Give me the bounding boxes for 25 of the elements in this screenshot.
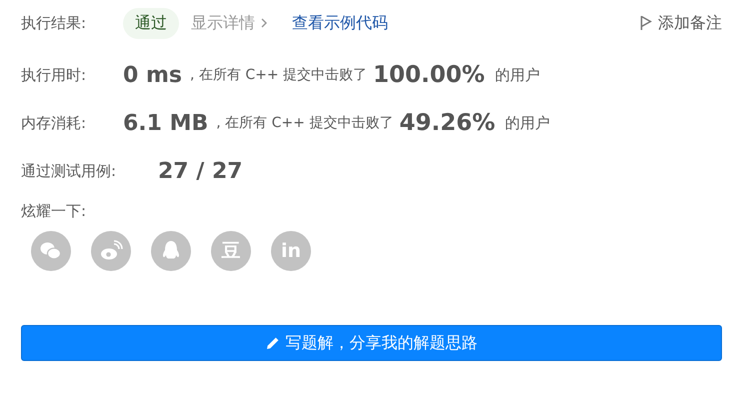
percent-value: 49.26% xyxy=(399,110,496,136)
stat-value: 0 ms xyxy=(123,62,182,88)
beat-text: , 在所有 C++ 提交中击败了 xyxy=(190,66,368,84)
suffix-text: 的用户 xyxy=(505,114,550,132)
share-label: 炫耀一下: xyxy=(21,202,88,221)
beat-text: , 在所有 C++ 提交中击败了 xyxy=(216,114,394,132)
chat-bubbles-icon[interactable] xyxy=(31,231,71,271)
status-badge: 通过 xyxy=(123,8,179,38)
details-link[interactable]: 显示详情 xyxy=(191,12,267,34)
stat-label: 执行用时: xyxy=(21,66,88,84)
write-solution-button[interactable]: 写题解，分享我的解题思路 xyxy=(21,325,722,361)
chevron-icon xyxy=(261,18,267,28)
pencil-icon xyxy=(266,336,280,350)
tests-label: 通过测试用例: xyxy=(21,162,118,180)
weibo-icon[interactable] xyxy=(91,231,131,271)
result-label: 执行结果: xyxy=(21,14,88,32)
flag-icon xyxy=(640,15,652,31)
add-note-button[interactable]: 添加备注 xyxy=(640,12,722,34)
tests-value: 27 / 27 xyxy=(158,158,243,184)
stat-value: 6.1 MB xyxy=(123,110,208,136)
stat-label: 内存消耗: xyxy=(21,114,88,132)
penguin-icon[interactable] xyxy=(151,231,191,271)
percent-value: 100.00% xyxy=(373,62,485,88)
sample-code-link[interactable]: 查看示例代码 xyxy=(292,12,388,34)
suffix-text: 的用户 xyxy=(494,66,540,84)
